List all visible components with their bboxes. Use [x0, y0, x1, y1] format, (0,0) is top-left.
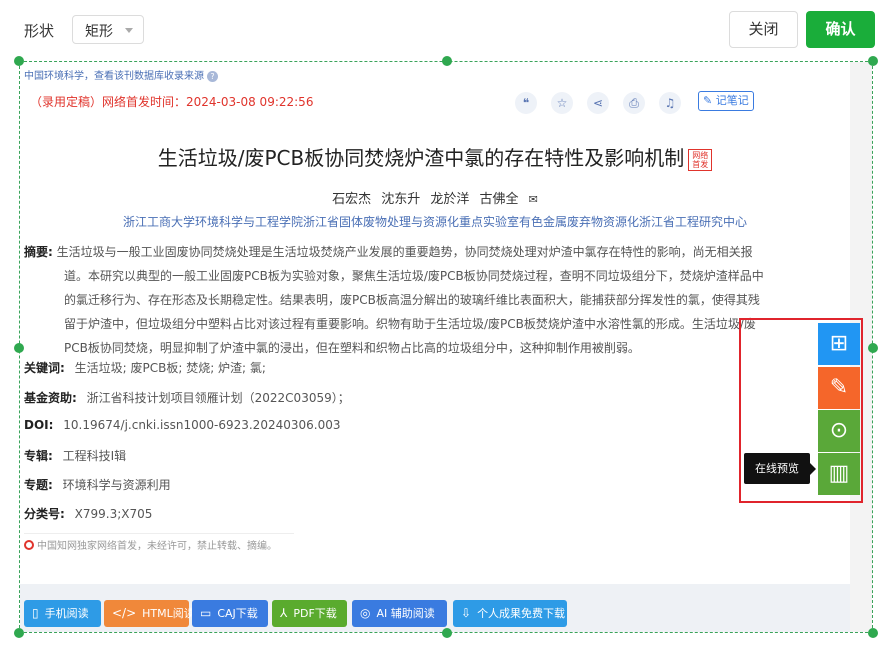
edit-question-icon: ✎ [829, 375, 849, 400]
download-side-button[interactable]: ⊙ [818, 410, 860, 452]
question-edit-button[interactable]: ✎ [818, 367, 860, 409]
open-book-icon: ▥ [828, 461, 850, 486]
resize-handle-top-left[interactable] [14, 56, 24, 66]
resize-handle-left[interactable] [14, 343, 24, 353]
resize-handle-bottom[interactable] [442, 628, 452, 638]
crop-toolbar: 形状 矩形 关闭 确认 [0, 0, 888, 60]
resize-handle-top-right[interactable] [868, 56, 878, 66]
online-preview-button[interactable]: ▥ [818, 453, 860, 495]
confirm-button[interactable]: 确认 [806, 11, 875, 48]
resize-handle-top[interactable] [442, 56, 452, 66]
resize-handle-bottom-right[interactable] [868, 628, 878, 638]
download-circle-icon: ⊙ [829, 418, 849, 443]
chevron-down-icon [125, 28, 133, 33]
shape-select-value: 矩形 [85, 24, 113, 40]
resize-handle-right[interactable] [868, 343, 878, 353]
apps-button[interactable]: ⊞ [818, 323, 860, 365]
shape-select[interactable]: 矩形 [72, 15, 144, 44]
apps-icon: ⊞ [829, 331, 849, 356]
preview-tooltip: 在线预览 [744, 453, 816, 484]
resize-handle-bottom-left[interactable] [14, 628, 24, 638]
shape-label: 形状 [24, 22, 55, 40]
close-button[interactable]: 关闭 [729, 11, 798, 48]
